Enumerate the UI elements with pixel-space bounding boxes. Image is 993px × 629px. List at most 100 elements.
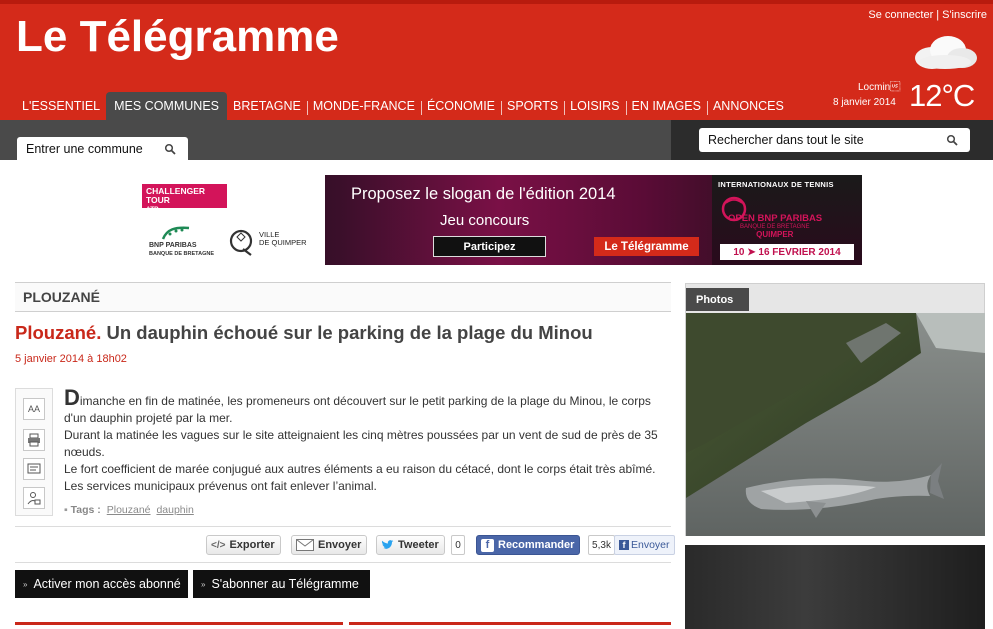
paragraph-text: imanche en fin de matinée, les promeneur… bbox=[64, 394, 651, 425]
subscribe-button[interactable]: » S'abonner au Télégramme bbox=[193, 570, 370, 598]
site-header: Le Télégramme Se connecter | S'inscrire Lo… bbox=[0, 0, 993, 120]
nav-item-bretagne[interactable]: BRETAGNE bbox=[227, 92, 307, 120]
font-size-label: AA bbox=[27, 404, 40, 414]
recommend-count: 5,3k bbox=[588, 535, 615, 555]
weather-city: Locmin bbox=[858, 82, 901, 93]
dropcap: D bbox=[64, 385, 80, 410]
site-search-input[interactable]: Rechercher dans tout le site bbox=[699, 128, 970, 152]
search-icon[interactable] bbox=[164, 143, 176, 155]
banner-headline: Proposez le slogan de l'édition 2014 bbox=[351, 185, 616, 203]
twitter-bird-icon bbox=[381, 539, 394, 549]
font-size-icon[interactable]: AA bbox=[23, 398, 45, 420]
facebook-recommend-button[interactable]: f Recommander bbox=[476, 535, 581, 555]
double-chevron-icon: » bbox=[201, 579, 206, 589]
photos-tab[interactable]: Photos bbox=[686, 288, 749, 311]
register-link[interactable]: S'inscrire bbox=[942, 9, 987, 21]
bnp-sub: BANQUE DE BRETAGNE bbox=[149, 251, 214, 257]
export-label: Exporter bbox=[229, 539, 275, 551]
tag-link[interactable]: Plouzané bbox=[107, 504, 151, 516]
open-bnp-label: OPEN BNP PARIBAS bbox=[728, 213, 823, 224]
article-paragraph: Le fort coefficient de marée conjugué au… bbox=[64, 462, 656, 476]
export-button[interactable]: </> Exporter bbox=[206, 535, 281, 555]
section-title[interactable]: PLOUZANÉ bbox=[23, 289, 100, 305]
tournament-dates: 10 ➤ 16 FEVRIER 2014 bbox=[720, 244, 854, 260]
site-logo[interactable]: Le Télégramme bbox=[16, 12, 339, 62]
video-panel[interactable] bbox=[685, 545, 985, 629]
atp-challenger-logo: CHALLENGER TOUR ATP bbox=[142, 184, 227, 213]
send-label: Envoyer bbox=[318, 539, 362, 551]
tags-label: Tags : bbox=[70, 504, 101, 516]
banner-sponsors: CHALLENGER TOUR ATP BNP PARIBAS BANQUE D… bbox=[135, 175, 325, 265]
headline-city: Plouzané. bbox=[15, 322, 102, 343]
commune-search-input[interactable]: Entrer une commune bbox=[17, 137, 188, 160]
article-tools: AA bbox=[15, 388, 53, 516]
atp-logo-text: ATP bbox=[146, 206, 159, 213]
tweet-label: Tweeter bbox=[398, 539, 439, 551]
atp-challenger-label: CHALLENGER TOUR bbox=[146, 186, 206, 205]
nav-item-loisirs[interactable]: LOISIRS bbox=[564, 92, 625, 120]
cloud-icon bbox=[915, 36, 977, 69]
print-icon[interactable] bbox=[23, 429, 45, 451]
nav-item-sports[interactable]: SPORTS bbox=[501, 92, 564, 120]
facebook-icon: f bbox=[619, 540, 629, 550]
code-icon: </> bbox=[211, 539, 226, 551]
share-row: </> Exporter Envoyer Tweeter 0 f Recomma… bbox=[15, 526, 675, 563]
ad-banner[interactable]: CHALLENGER TOUR ATP BNP PARIBAS BANQUE D… bbox=[135, 175, 862, 265]
email-send-button[interactable]: Envoyer bbox=[291, 535, 368, 555]
header-top-line bbox=[0, 0, 993, 4]
nav-item-en-images[interactable]: EN IMAGES bbox=[625, 92, 707, 120]
login-link[interactable]: Se connecter bbox=[868, 9, 933, 21]
facebook-icon: f bbox=[481, 538, 494, 552]
bnp-name: BNP PARIBAS bbox=[149, 242, 197, 249]
tags-bullet: ▪ bbox=[64, 504, 68, 516]
article-date: 5 janvier 2014 à 18h02 bbox=[15, 353, 127, 365]
auth-separator: | bbox=[936, 9, 940, 21]
article-paragraph: Durant la matinée les vagues sur le site… bbox=[64, 428, 658, 459]
search-icon[interactable] bbox=[946, 134, 958, 146]
subscribe-label: S'abonner au Télégramme bbox=[211, 577, 359, 591]
de-quimper-label: DE QUIMPER bbox=[259, 238, 307, 247]
envelope-icon bbox=[296, 539, 314, 551]
tweet-count: 0 bbox=[451, 535, 465, 555]
article-tags: ▪ Tags : Plouzané dauphin bbox=[64, 504, 194, 516]
nav-item-monde-france[interactable]: MONDE-FRANCE bbox=[306, 92, 421, 120]
tournament-title: INTERNATIONAUX DE TENNIS bbox=[718, 180, 834, 189]
activate-label: Activer mon accès abonné bbox=[33, 577, 181, 591]
nav-item-economie[interactable]: ÉCONOMIE bbox=[420, 92, 501, 120]
open-bnp-sub: BANQUE DE BRETAGNE QUIMPER bbox=[740, 224, 810, 239]
article-headline: Plouzané. Un dauphin échoué sur le parki… bbox=[15, 322, 593, 344]
main-nav: L'ESSENTIEL MES COMMUNES BRETAGNE MONDE-… bbox=[16, 92, 790, 120]
bnp-paribas-label: BNP PARIBAS BANQUE DE BRETAGNE bbox=[149, 242, 214, 258]
dolphin-photo[interactable] bbox=[686, 313, 985, 536]
article-paragraph: Dimanche en fin de matinée, les promeneu… bbox=[64, 387, 676, 427]
page: Le Télégramme Se connecter | S'inscrire Lo… bbox=[0, 0, 993, 629]
banner-participate-button[interactable]: Participez bbox=[433, 236, 546, 257]
auth-links: Se connecter | S'inscrire bbox=[868, 9, 987, 21]
bnp-logo-icon bbox=[161, 226, 190, 240]
quimper-logo-icon bbox=[229, 229, 253, 256]
nav-item-annonces[interactable]: ANNONCES bbox=[706, 92, 790, 120]
weather-temperature: 12°C bbox=[909, 78, 975, 113]
double-chevron-icon: » bbox=[23, 579, 28, 589]
banner-subheadline: Jeu concours bbox=[440, 212, 530, 229]
activate-subscriber-button[interactable]: » Activer mon accès abonné bbox=[15, 570, 188, 598]
commune-search-placeholder: Entrer une commune bbox=[26, 141, 143, 156]
tag-link[interactable]: dauphin bbox=[156, 504, 193, 516]
banner-telegramme-logo: Le Télégramme bbox=[594, 237, 699, 256]
article-body: Dimanche en fin de matinée, les promeneu… bbox=[64, 387, 676, 495]
nav-item-mes-communes[interactable]: MES COMMUNES bbox=[106, 92, 227, 120]
fb-send-label: Envoyer bbox=[631, 539, 670, 551]
quimper-label: VILLE DE QUIMPER bbox=[259, 231, 307, 247]
section-header: PLOUZANÉ bbox=[15, 282, 671, 312]
open-bnp-city: QUIMPER bbox=[756, 230, 794, 239]
headline-text: Un dauphin échoué sur le parking de la p… bbox=[106, 322, 593, 343]
share-person-icon[interactable] bbox=[23, 487, 45, 509]
weather-date: 8 janvier 2014 bbox=[833, 97, 896, 108]
tweet-button[interactable]: Tweeter bbox=[376, 535, 445, 555]
facebook-send-button[interactable]: f Envoyer bbox=[614, 535, 675, 555]
article-paragraph: Les services municipaux prévenus ont fai… bbox=[64, 479, 377, 493]
photos-panel: Photos bbox=[685, 283, 985, 536]
nav-item-essentiel[interactable]: L'ESSENTIEL bbox=[16, 92, 106, 120]
site-search-placeholder: Rechercher dans tout le site bbox=[708, 133, 864, 147]
comment-icon[interactable] bbox=[23, 458, 45, 480]
